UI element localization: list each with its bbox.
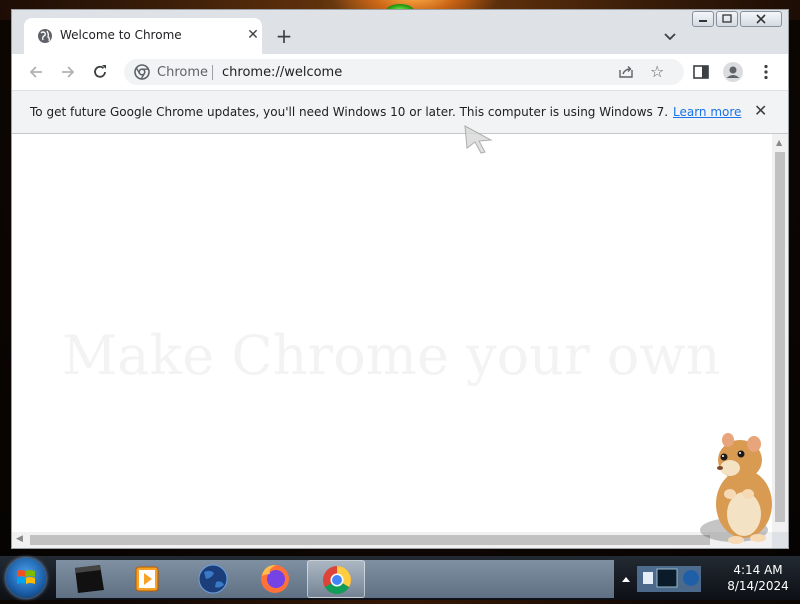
profile-avatar-icon[interactable] bbox=[722, 61, 744, 83]
system-tray bbox=[615, 556, 715, 600]
omnibox-separator bbox=[212, 65, 213, 80]
menu-kebab-icon[interactable] bbox=[757, 63, 775, 81]
ie-icon bbox=[683, 570, 699, 586]
horizontal-scrollbar[interactable]: ◀ bbox=[12, 532, 772, 548]
tab-welcome[interactable]: Welcome to Chrome ✕ bbox=[24, 18, 262, 54]
close-tab-icon[interactable]: ✕ bbox=[246, 28, 260, 42]
chrome-logo-icon bbox=[134, 64, 150, 80]
learn-more-link[interactable]: Learn more bbox=[673, 105, 741, 119]
forward-icon[interactable] bbox=[58, 62, 78, 82]
monitor-icon bbox=[656, 568, 678, 588]
globe-icon bbox=[198, 564, 228, 594]
tab-strip: Welcome to Chrome ✕ + bbox=[12, 10, 788, 54]
firefox-icon bbox=[261, 565, 289, 593]
close-window-button[interactable] bbox=[740, 11, 782, 27]
minimize-icon bbox=[699, 20, 707, 22]
browser-toolbar: Chrome chrome://welcome ☆ bbox=[12, 54, 788, 90]
url-text[interactable]: chrome://welcome bbox=[222, 65, 342, 80]
new-tab-button[interactable]: + bbox=[274, 26, 294, 47]
page-content: Make Chrome your own bbox=[12, 134, 772, 532]
omnibox-chip: Chrome bbox=[157, 65, 208, 80]
welcome-heading: Make Chrome your own bbox=[62, 324, 721, 387]
horizontal-scroll-thumb[interactable] bbox=[30, 535, 710, 545]
address-bar[interactable]: Chrome chrome://welcome ☆ bbox=[124, 59, 684, 85]
update-infobar: To get future Google Chrome updates, you… bbox=[12, 90, 788, 134]
taskbar-cmd[interactable] bbox=[60, 560, 118, 598]
reload-icon[interactable] bbox=[90, 62, 110, 82]
clock-date: 8/14/2024 bbox=[727, 579, 789, 593]
taskbar-chrome[interactable] bbox=[307, 560, 365, 598]
infobar-message: To get future Google Chrome updates, you… bbox=[30, 105, 669, 119]
media-player-icon bbox=[135, 566, 159, 592]
taskbar-globe[interactable] bbox=[184, 560, 242, 598]
side-panel-icon[interactable] bbox=[692, 63, 710, 81]
minimize-button[interactable] bbox=[692, 11, 714, 27]
hamster-mascot-icon bbox=[699, 433, 772, 544]
maximize-button[interactable] bbox=[716, 11, 738, 27]
windows-taskbar: 4:14 AM 8/14/2024 bbox=[0, 556, 800, 600]
taskbar-clock[interactable]: 4:14 AM 8/14/2024 bbox=[718, 562, 798, 594]
taskbar-firefox[interactable] bbox=[246, 560, 304, 598]
tab-search-icon[interactable] bbox=[662, 28, 678, 44]
restore-icon bbox=[722, 14, 732, 23]
globe-icon bbox=[38, 29, 52, 43]
back-icon[interactable] bbox=[26, 62, 46, 82]
taskbar-media-player[interactable] bbox=[120, 560, 178, 598]
clock-time: 4:14 AM bbox=[733, 563, 783, 577]
show-hidden-icons-icon bbox=[622, 577, 630, 582]
chrome-window: Welcome to Chrome ✕ + Chrome chrome://we… bbox=[11, 9, 789, 549]
network-icon bbox=[643, 572, 653, 584]
bookmark-star-icon[interactable]: ☆ bbox=[650, 62, 664, 81]
scroll-up-icon[interactable]: ▲ bbox=[776, 138, 782, 147]
infobar-close-icon[interactable]: ✕ bbox=[754, 101, 767, 120]
tray-icons bbox=[622, 566, 701, 592]
windows-logo-icon bbox=[17, 570, 35, 584]
mouse-cursor-icon bbox=[464, 125, 493, 154]
start-button[interactable] bbox=[6, 558, 46, 598]
chrome-icon bbox=[323, 566, 351, 594]
tab-title: Welcome to Chrome bbox=[60, 28, 182, 42]
cmd-icon bbox=[75, 565, 104, 593]
close-icon bbox=[756, 14, 766, 24]
share-icon[interactable] bbox=[618, 64, 634, 80]
scroll-left-icon[interactable]: ◀ bbox=[16, 534, 23, 544]
